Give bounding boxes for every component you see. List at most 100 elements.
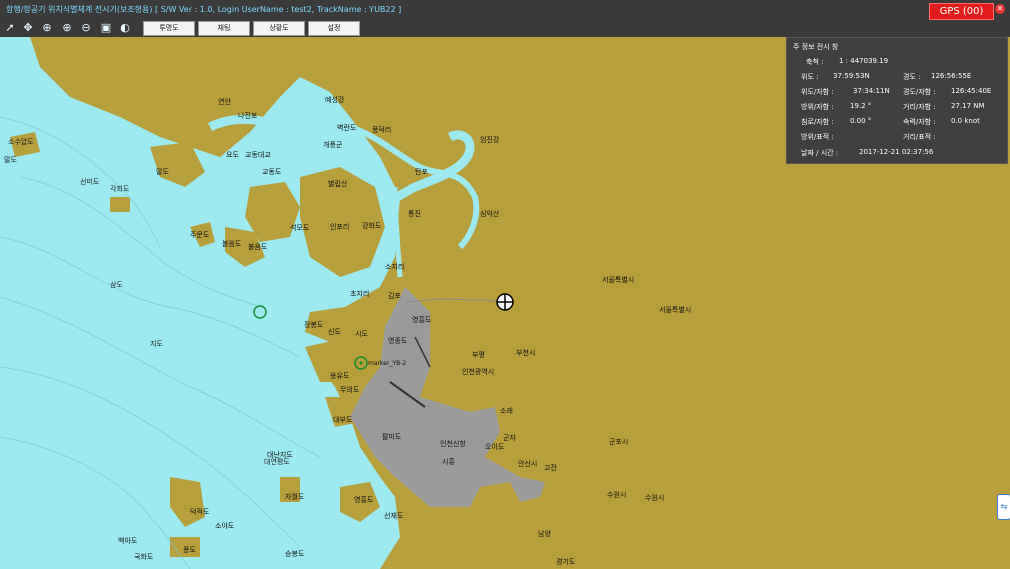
place-label: 신도: [328, 328, 341, 336]
row-key: 위도 :: [801, 73, 819, 81]
place-label: 볼음도: [222, 240, 242, 248]
title-bar: 항행/항공기 위치식별체계 전시기(보조형용) [ S/W Ver : 1.0,…: [0, 0, 1010, 20]
scale-label: 축척 :: [806, 58, 824, 66]
place-label: 별립산: [328, 180, 348, 188]
datetime-value: 2017-12-21 02:37:56: [859, 148, 934, 156]
place-label: 삼도: [110, 281, 123, 289]
zoom-area-icon[interactable]: ⊕: [40, 21, 54, 35]
day-night-icon[interactable]: ◐: [118, 21, 132, 35]
place-label: 풍덕리: [372, 126, 392, 134]
side-panel-toggle-icon[interactable]: ⇆: [997, 494, 1010, 520]
place-label: 대부도: [333, 416, 353, 424]
place-label: 통진: [408, 210, 421, 218]
info-panel: 주 정보 전시 창 축척 : 1 : 447039.19 위도 : 37:59:…: [786, 37, 1008, 164]
row-key: 거리/자함 :: [903, 103, 936, 111]
settings-button[interactable]: 설정: [308, 21, 360, 36]
row-key: 침로/자함 :: [801, 118, 834, 126]
place-label: 부평: [472, 351, 485, 359]
place-label: 군자: [503, 434, 516, 442]
place-label: 경기도: [556, 558, 576, 566]
place-label: 자월도: [285, 493, 305, 501]
row-value: 126:45:40E: [951, 87, 992, 95]
place-label: 장봉도: [304, 321, 324, 329]
place-label: 나진포: [238, 112, 258, 120]
place-label: 초지리: [350, 290, 370, 298]
place-label: 영종도: [388, 337, 408, 345]
app-title: 항행/항공기 위치식별체계 전시기(보조형용) [ S/W Ver : 1.0,…: [6, 5, 402, 14]
place-label: 불음도: [248, 243, 268, 251]
zoom-out-icon[interactable]: ⊖: [79, 21, 93, 35]
zoom-in-icon[interactable]: ⊕: [60, 21, 74, 35]
place-label: 예성강: [325, 96, 345, 104]
place-label: 인천광역시: [462, 368, 495, 376]
row-key: 속력/자함 :: [903, 118, 936, 126]
place-label: 김포: [388, 292, 401, 300]
row-key: 경도 :: [903, 73, 921, 81]
place-label: 말도: [156, 168, 169, 176]
place-label: 승봉도: [285, 550, 305, 558]
place-label: 교동대교: [245, 151, 271, 159]
toolbar: ➚ ✥ ⊕ ⊕ ⊖ ▣ ◐ 투명도 채팅 상황도 설정: [0, 20, 1010, 37]
place-label: 벽란도: [337, 124, 357, 132]
place-label: 탄포: [415, 168, 428, 176]
place-label: 고잔: [544, 464, 557, 472]
chat-button[interactable]: 채팅: [198, 21, 250, 36]
place-label: 요도: [226, 151, 239, 159]
place-label: 소래: [500, 407, 513, 415]
place-label: 말도: [4, 156, 17, 164]
place-label: 소지리: [385, 263, 405, 271]
place-label: 연안: [218, 98, 231, 106]
place-label: 안산시: [518, 460, 538, 468]
place-label: 용유도: [330, 372, 350, 380]
place-label: 선재도: [384, 512, 404, 520]
select-arrow-icon[interactable]: ➚: [3, 21, 17, 35]
place-label: 교동도: [262, 168, 282, 176]
gps-button[interactable]: GPS (00): [929, 3, 994, 20]
place-label: 국화도: [134, 553, 154, 561]
place-label: 서울특별시: [602, 276, 635, 284]
situation-button[interactable]: 상황도: [253, 21, 305, 36]
place-label: 시도: [355, 330, 368, 338]
place-label: 인포리: [330, 223, 350, 231]
place-label: 남양: [538, 530, 551, 538]
place-label: 풍도: [183, 546, 196, 554]
row-key: 경도/자함 :: [903, 88, 936, 96]
place-label: 대연평도: [264, 458, 290, 466]
place-label: 심악산: [480, 210, 500, 218]
close-icon[interactable]: ✕: [995, 4, 1005, 14]
row-value: 126:56:55E: [931, 72, 972, 80]
place-label: 부천시: [516, 349, 536, 357]
row-key: 위도/자함 :: [801, 88, 834, 96]
place-label: 소야도: [215, 522, 235, 530]
place-label: 서울특별시: [659, 306, 692, 314]
row-key: 방위/표적 :: [801, 133, 834, 141]
scale-value: 1 : 447039.19: [839, 57, 889, 65]
place-label: 오이도: [485, 443, 505, 451]
place-label: 영흥도: [412, 316, 432, 324]
row-key: 거리/표적 :: [903, 133, 936, 141]
place-label: 팔미도: [382, 433, 402, 441]
row-value: 37:34:11N: [853, 87, 890, 95]
pan-move-icon[interactable]: ✥: [21, 21, 35, 35]
place-label: 주문도: [190, 231, 210, 239]
place-label: 덕적도: [190, 508, 210, 516]
row-value: 37:59:53N: [833, 72, 870, 80]
row-value: 27.17 NM: [951, 102, 985, 110]
row-value: 19.2 °: [850, 102, 872, 110]
place-label: 석모도: [290, 224, 310, 232]
place-label: 영흥도: [354, 496, 374, 504]
place-label: 각회도: [110, 185, 130, 193]
place-label: 선미도: [80, 178, 100, 186]
layer-window-icon[interactable]: ▣: [99, 21, 113, 35]
place-label: 수원시: [607, 491, 627, 499]
row-key: 방위/자함 :: [801, 103, 834, 111]
transparency-button[interactable]: 투명도: [143, 21, 195, 36]
place-label: 인천신항: [440, 440, 466, 448]
place-label: 군포시: [609, 438, 629, 446]
row-value: 0.0 knot: [951, 117, 980, 125]
row-value: 0.00 °: [850, 117, 872, 125]
place-label: 개풍군: [323, 141, 343, 149]
place-label: 수원시: [645, 494, 665, 502]
panel-title: 주 정보 전시 창: [793, 43, 839, 51]
place-label: 백아도: [118, 537, 138, 545]
